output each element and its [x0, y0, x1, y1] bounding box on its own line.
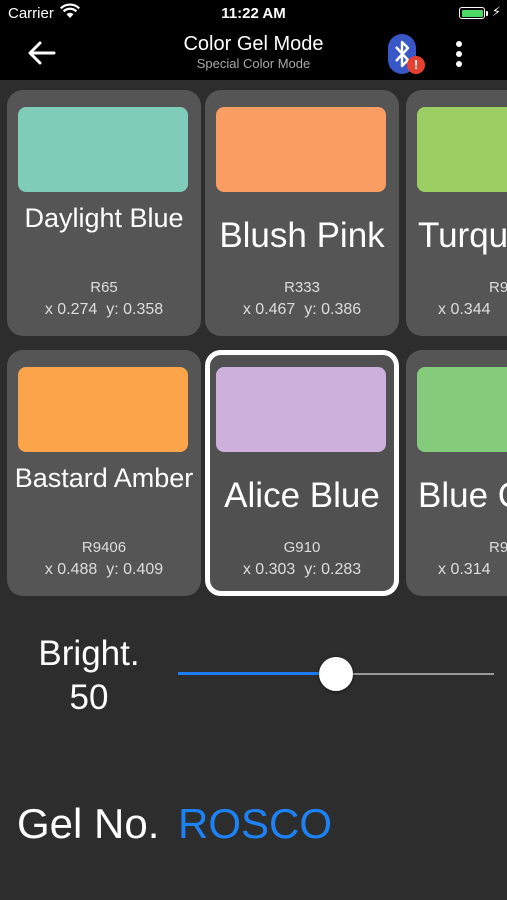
- gel-code: R65: [90, 279, 118, 296]
- slider-thumb[interactable]: [319, 657, 353, 691]
- gel-chromaticity: x 0.303 y: 0.283: [242, 561, 362, 578]
- navigation-bar: Color Gel Mode Special Color Mode !: [0, 28, 507, 80]
- gel-card[interactable]: Turqu R9 x 0.344: [406, 90, 507, 336]
- gel-code: G910: [283, 539, 321, 556]
- gel-name: Turqu: [418, 216, 507, 255]
- gel-card-selected[interactable]: Alice Blue G910 x 0.303 y: 0.283: [205, 350, 399, 596]
- gel-chromaticity: x 0.488 y: 0.409: [44, 561, 164, 578]
- slider-fill: [178, 672, 336, 675]
- color-swatch: [417, 367, 507, 452]
- gel-name: Daylight Blue: [24, 203, 184, 233]
- brightness-slider[interactable]: [178, 656, 494, 692]
- brightness-label: Bright. 50: [34, 632, 144, 720]
- gel-card[interactable]: Daylight Blue R65 x 0.274 y: 0.358: [7, 90, 201, 336]
- gel-chromaticity: x 0.467 y: 0.386: [242, 301, 362, 318]
- gel-code: R9: [489, 279, 507, 296]
- gel-grid: Daylight Blue R65 x 0.274 y: 0.358 Blush…: [0, 90, 507, 600]
- gel-card[interactable]: Blush Pink R333 x 0.467 y: 0.386: [205, 90, 399, 336]
- color-swatch: [18, 107, 188, 192]
- status-bar: Carrier 11:22 AM ⚡: [0, 0, 507, 28]
- color-swatch: [216, 367, 386, 452]
- gel-card[interactable]: Blue C R9 x 0.314: [406, 350, 507, 596]
- gel-code: R9: [489, 539, 507, 556]
- charging-icon: ⚡: [491, 4, 501, 19]
- warning-badge: !: [407, 56, 425, 74]
- clock: 11:22 AM: [221, 5, 286, 22]
- page-subtitle: Special Color Mode: [196, 56, 311, 71]
- gel-chromaticity: x 0.274 y: 0.358: [44, 301, 164, 318]
- battery-nub: [486, 11, 488, 16]
- gel-code: R9406: [81, 539, 127, 556]
- battery-icon: [459, 7, 485, 19]
- gel-code: R333: [284, 279, 320, 296]
- gel-chromaticity: x 0.344: [438, 301, 491, 318]
- gel-number-label: Gel No.: [17, 800, 160, 847]
- color-swatch: [216, 107, 386, 192]
- color-swatch: [417, 107, 507, 192]
- page-title: Color Gel Mode: [183, 33, 324, 55]
- gel-card[interactable]: Bastard Amber R9406 x 0.488 y: 0.409: [7, 350, 201, 596]
- more-options-icon[interactable]: [447, 38, 471, 70]
- color-swatch: [18, 367, 188, 452]
- gel-name: Bastard Amber: [14, 463, 194, 493]
- gel-chromaticity: x 0.314: [438, 561, 491, 578]
- gel-name: Alice Blue: [224, 476, 380, 515]
- brightness-value: 50: [69, 678, 109, 717]
- gel-name: Blue C: [418, 476, 507, 515]
- gel-brand-link[interactable]: ROSCO: [178, 800, 332, 848]
- brightness-title: Bright.: [38, 634, 140, 673]
- gel-name: Blush Pink: [219, 216, 385, 255]
